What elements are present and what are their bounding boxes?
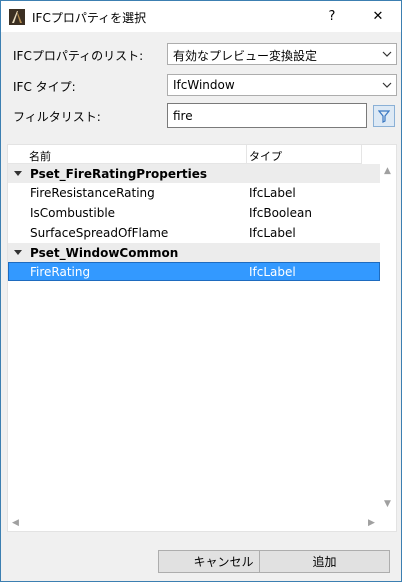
list-item[interactable]: IsCombustible IfcBoolean (8, 203, 380, 222)
column-divider[interactable] (246, 145, 247, 164)
property-type: IfcLabel (249, 186, 296, 200)
help-icon: ? (328, 9, 336, 24)
filter-list-label: フィルタリスト: (13, 110, 101, 124)
property-type: IfcBoolean (249, 206, 312, 220)
add-button[interactable]: 追加 (259, 550, 390, 573)
group-name: Pset_WindowCommon (30, 246, 179, 260)
property-type: IfcLabel (249, 226, 296, 240)
help-button[interactable]: ? (309, 1, 355, 32)
list-item-selected[interactable]: FireRating IfcLabel (8, 262, 380, 281)
chevron-down-icon (382, 82, 392, 88)
column-header-type[interactable]: タイプ (249, 148, 282, 164)
property-name: SurfaceSpreadOfFlame (30, 226, 169, 240)
close-button[interactable]: ✕ (355, 1, 401, 32)
cancel-button-label: キャンセル (193, 555, 254, 569)
filter-button[interactable] (373, 105, 395, 127)
group-row[interactable]: Pset_WindowCommon (8, 243, 380, 262)
scroll-left-arrow-icon[interactable]: ◀ (12, 518, 19, 528)
filter-icon (378, 109, 390, 123)
property-name: IsCombustible (30, 206, 116, 220)
list-item[interactable]: SurfaceSpreadOfFlame IfcLabel (8, 223, 380, 242)
scroll-right-arrow-icon[interactable]: ▶ (368, 518, 375, 528)
property-list-label: IFCプロパティのリスト: (13, 49, 144, 63)
property-list-select[interactable]: 有効なプレビュー変換設定 (167, 43, 397, 65)
filter-input[interactable]: fire (167, 103, 367, 128)
list-item[interactable]: FireResistanceRating IfcLabel (8, 183, 380, 202)
title-bar[interactable]: IFCプロパティを選択 ? ✕ (1, 1, 401, 32)
property-type: IfcLabel (249, 265, 296, 279)
dialog-window: IFCプロパティを選択 ? ✕ IFCプロパティのリスト: 有効なプレビュー変換… (0, 0, 402, 582)
scroll-up-arrow-icon[interactable]: ▲ (384, 166, 391, 176)
property-name: FireResistanceRating (30, 186, 155, 200)
group-name: Pset_FireRatingProperties (30, 167, 208, 181)
archicad-app-icon (9, 9, 25, 25)
close-icon: ✕ (372, 9, 384, 24)
filter-value: fire (173, 109, 193, 123)
ifc-type-select[interactable]: IfcWindow (167, 74, 397, 96)
add-button-label: 追加 (312, 555, 337, 569)
chevron-down-icon (382, 51, 392, 57)
ifc-type-value: IfcWindow (173, 78, 235, 92)
property-name: FireRating (30, 265, 91, 279)
scroll-down-arrow-icon[interactable]: ▼ (384, 499, 391, 509)
property-list-value: 有効なプレビュー変換設定 (173, 49, 318, 63)
window-title: IFCプロパティを選択 (32, 11, 147, 25)
expand-triangle-icon[interactable] (14, 171, 22, 176)
column-divider[interactable] (361, 145, 362, 164)
horizontal-scrollbar[interactable]: ◀ ▶ (8, 515, 380, 531)
ifc-type-label: IFC タイプ: (13, 80, 76, 94)
expand-triangle-icon[interactable] (14, 250, 22, 255)
property-list[interactable]: 名前 タイプ Pset_FireRatingProperties FireRes… (7, 144, 397, 532)
group-row[interactable]: Pset_FireRatingProperties (8, 164, 380, 183)
list-header: 名前 タイプ (8, 145, 362, 164)
vertical-scrollbar[interactable]: ▲ ▼ (380, 164, 396, 511)
column-header-name[interactable]: 名前 (29, 148, 51, 164)
